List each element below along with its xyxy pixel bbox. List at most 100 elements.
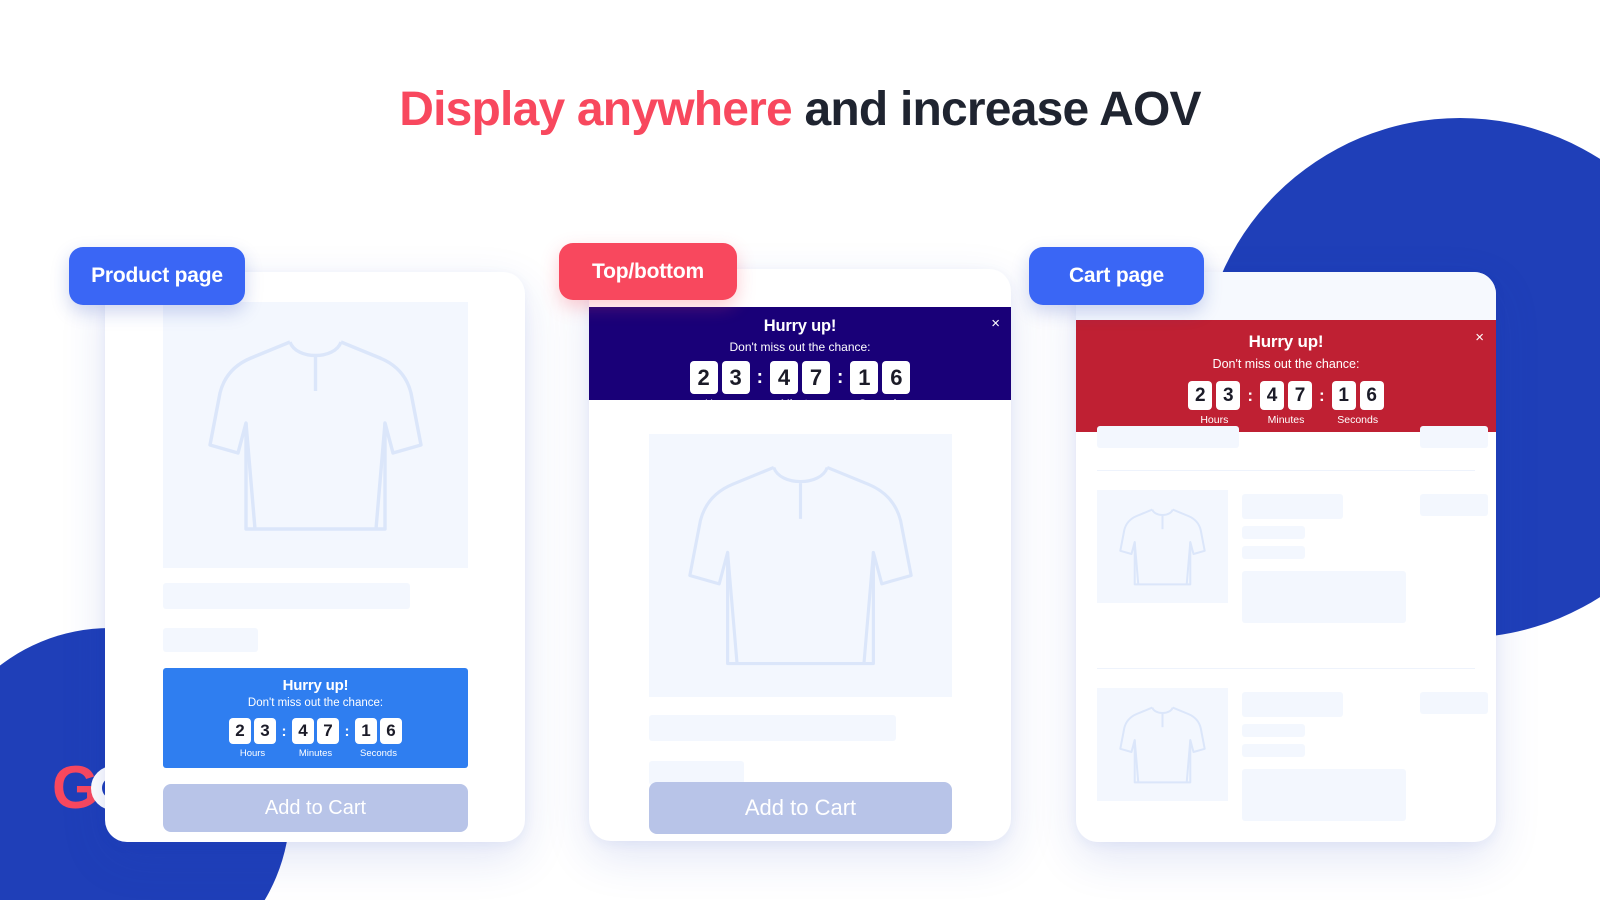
add-to-cart-button-topbottom[interactable]: Add to Cart	[649, 782, 952, 834]
countdown-subtitle: Don't miss out the chance:	[729, 340, 871, 354]
countdown-separator-1: :	[1247, 385, 1253, 405]
countdown-group-minutes: 4 7 Minutes	[291, 718, 341, 759]
countdown-row: 2 3 Hours : 4 7 Minutes : 1 6 Seconds	[1084, 381, 1488, 426]
countdown-hours-digits: 2 3	[1186, 381, 1242, 410]
countdown-seconds-label: Seconds	[1337, 414, 1379, 426]
badge-product-page[interactable]: Product page	[69, 247, 245, 305]
countdown-hours-label: Hours	[1200, 414, 1229, 426]
shirt-illustration-icon	[688, 465, 913, 666]
cart-item-title-placeholder	[1242, 692, 1343, 717]
cart-item-meta-placeholder-2	[1242, 546, 1305, 559]
countdown-minutes-label: Minutes	[298, 748, 333, 759]
countdown-group-minutes: 4 7 Minutes	[1258, 381, 1314, 426]
shirt-illustration-icon	[1119, 706, 1206, 783]
logo-letter-g: G	[52, 754, 99, 821]
add-to-cart-label: Add to Cart	[744, 795, 857, 820]
page-title: Display anywhere and increase AOV	[0, 82, 1600, 137]
countdown-separator-2: :	[837, 366, 844, 388]
countdown-minutes-digit-2: 7	[802, 361, 830, 394]
product-image-box	[649, 434, 952, 697]
countdown-separator-1: :	[281, 722, 287, 740]
countdown-minutes-digit-2: 7	[1288, 381, 1312, 410]
cart-item-price-placeholder	[1420, 494, 1488, 516]
product-title-placeholder	[649, 715, 896, 741]
countdown-hours-digits: 2 3	[228, 718, 278, 744]
page-title-rest: and increase AOV	[791, 83, 1201, 136]
countdown-subtitle: Don't miss out the chance:	[1212, 357, 1360, 371]
countdown-widget-product: Hurry up! Don't miss out the chance: 2 3…	[163, 668, 468, 768]
cart-divider-2	[1097, 668, 1475, 669]
cart-item-meta-placeholder-1	[1242, 724, 1305, 737]
countdown-seconds-digit-2: 6	[380, 718, 402, 744]
shirt-illustration-icon	[1119, 508, 1206, 585]
countdown-widget-topbottom: × Hurry up! Don't miss out the chance: 2…	[589, 307, 1011, 410]
cart-divider-1	[1097, 470, 1475, 471]
countdown-hours-digits: 2 3	[688, 361, 752, 394]
page-title-accent: Display anywhere	[399, 83, 793, 136]
cart-items-container	[1076, 426, 1496, 842]
countdown-minutes-digit-1: 4	[292, 718, 314, 744]
countdown-seconds-digit-2: 6	[1359, 381, 1384, 410]
shirt-illustration-icon	[208, 339, 423, 531]
countdown-separator-2: :	[344, 722, 350, 740]
countdown-hours-digit-1: 2	[229, 718, 251, 744]
close-icon[interactable]: ×	[991, 316, 1000, 331]
badge-cart-page-label: Cart page	[1068, 264, 1165, 287]
countdown-hours-digit-1: 2	[689, 361, 718, 394]
countdown-seconds-digits: 1 6	[354, 718, 404, 744]
countdown-widget-cart: × Hurry up! Don't miss out the chance: 2…	[1076, 320, 1496, 432]
countdown-title: Hurry up!	[1248, 332, 1324, 351]
countdown-group-hours: 2 3 Hours	[688, 361, 752, 410]
countdown-group-seconds: 1 6 Seconds	[848, 361, 912, 410]
countdown-group-minutes: 4 7 Minutes	[768, 361, 832, 410]
countdown-group-hours: 2 3 Hours	[228, 718, 278, 759]
countdown-group-hours: 2 3 Hours	[1186, 381, 1242, 426]
countdown-title: Hurry up!	[763, 317, 837, 335]
countdown-minutes-digits: 4 7	[768, 361, 832, 394]
countdown-separator-1: :	[756, 366, 763, 388]
countdown-minutes-digit-2: 7	[317, 718, 339, 744]
countdown-hours-digit-2: 3	[254, 718, 276, 744]
countdown-row: 2 3 Hours : 4 7 Minutes : 1 6 Seconds	[597, 361, 1003, 410]
product-title-placeholder	[163, 583, 410, 609]
countdown-minutes-digits: 4 7	[291, 718, 341, 744]
countdown-minutes-digit-1: 4	[1260, 381, 1284, 410]
add-to-cart-label: Add to Cart	[264, 796, 367, 819]
close-icon[interactable]: ×	[1475, 330, 1484, 345]
countdown-seconds-digit-1: 1	[355, 718, 377, 744]
cart-item-thumbnail	[1097, 688, 1228, 801]
countdown-hours-label: Hours	[705, 398, 735, 410]
cart-row[interactable]	[1076, 490, 1496, 658]
badge-top-bottom[interactable]: Top/bottom	[559, 243, 737, 300]
product-price-placeholder	[163, 628, 258, 652]
countdown-seconds-digit-2: 6	[882, 361, 911, 394]
cart-item-price-placeholder	[1420, 692, 1488, 714]
product-page-card: Hurry up! Don't miss out the chance: 2 3…	[105, 272, 525, 842]
countdown-hours-digit-2: 3	[1216, 381, 1241, 410]
countdown-minutes-digits: 4 7	[1258, 381, 1314, 410]
countdown-row: 2 3 Hours : 4 7 Minutes : 1 6 Seconds	[171, 718, 460, 759]
cart-item-title-placeholder	[1242, 494, 1343, 519]
countdown-group-seconds: 1 6 Seconds	[1330, 381, 1386, 426]
countdown-seconds-digits: 1 6	[848, 361, 912, 394]
add-to-cart-button-product[interactable]: Add to Cart	[163, 784, 468, 832]
countdown-minutes-label: Minutes	[780, 398, 820, 410]
page-root: Display anywhere and increase AOV Produc…	[0, 0, 1600, 900]
countdown-hours-label: Hours	[239, 748, 266, 759]
countdown-minutes-digit-1: 4	[770, 361, 798, 394]
countdown-group-seconds: 1 6 Seconds	[354, 718, 404, 759]
cart-row[interactable]	[1076, 688, 1496, 842]
cart-row-partial-placeholder	[1097, 426, 1239, 448]
badge-cart-page[interactable]: Cart page	[1029, 247, 1204, 305]
cart-item-qty-placeholder	[1242, 571, 1406, 623]
cart-item-meta-placeholder-2	[1242, 744, 1305, 757]
countdown-subtitle: Don't miss out the chance:	[247, 697, 384, 709]
top-bottom-card: × Hurry up! Don't miss out the chance: 2…	[589, 269, 1011, 841]
product-image-box	[163, 302, 468, 568]
countdown-seconds-label: Seconds	[858, 398, 902, 410]
countdown-seconds-digits: 1 6	[1330, 381, 1386, 410]
countdown-hours-digit-2: 3	[721, 361, 750, 394]
countdown-seconds-digit-1: 1	[850, 361, 879, 394]
badge-top-bottom-label: Top/bottom	[592, 259, 704, 283]
countdown-separator-2: :	[1319, 385, 1325, 405]
